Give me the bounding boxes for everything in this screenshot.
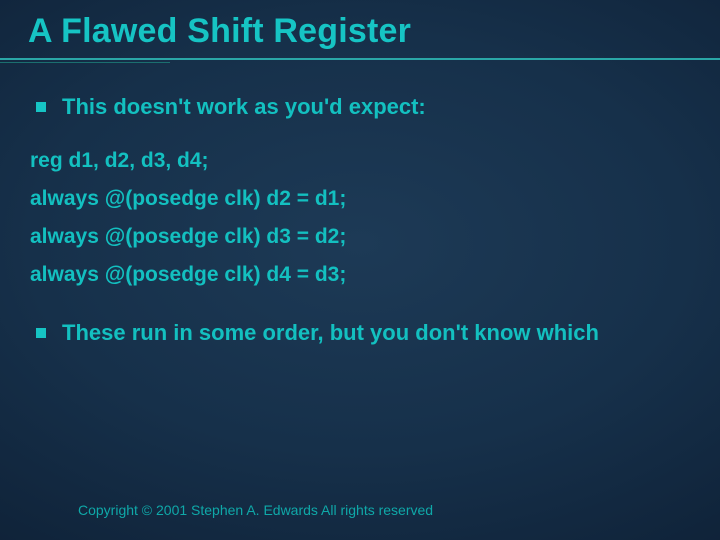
bullet-square-icon — [36, 328, 46, 338]
code-line-1: always @(posedge clk) d2 = d1; — [30, 188, 692, 210]
bullet-1: This doesn't work as you'd expect: — [36, 94, 692, 120]
slide-content: This doesn't work as you'd expect: reg d… — [28, 80, 692, 376]
bullet-square-icon — [36, 102, 46, 112]
code-line-2: always @(posedge clk) d3 = d2; — [30, 226, 692, 248]
bullet-1-text: This doesn't work as you'd expect: — [62, 94, 426, 120]
code-decl: reg d1, d2, d3, d4; — [30, 150, 692, 172]
slide: A Flawed Shift Register This doesn't wor… — [0, 0, 720, 540]
bullet-2-text: These run in some order, but you don't k… — [62, 320, 599, 346]
slide-title: A Flawed Shift Register — [28, 12, 411, 51]
code-line-3: always @(posedge clk) d4 = d3; — [30, 264, 692, 286]
code-block: reg d1, d2, d3, d4; always @(posedge clk… — [30, 150, 692, 286]
copyright-footer: Copyright © 2001 Stephen A. Edwards All … — [78, 502, 433, 518]
title-rule — [0, 58, 720, 63]
bullet-2: These run in some order, but you don't k… — [36, 320, 692, 346]
